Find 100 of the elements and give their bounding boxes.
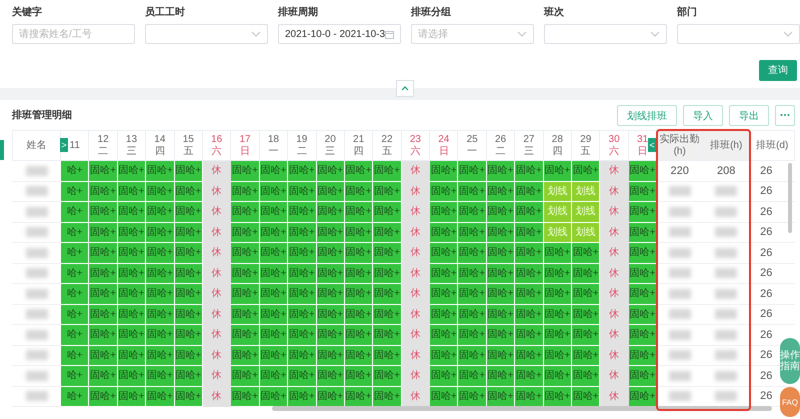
shift-cell[interactable]: 固哈+ (146, 304, 174, 324)
shift-cell[interactable]: 固哈+ (88, 242, 118, 263)
shift-cell[interactable]: 固哈+ (117, 386, 146, 406)
shift-cell[interactable]: 哈+ (60, 202, 89, 222)
shift-cell[interactable]: 固哈+ (514, 242, 544, 263)
shift-cell[interactable]: 固哈+ (344, 324, 373, 345)
shift-cell[interactable]: 固哈+ (458, 222, 486, 242)
shift-cell[interactable]: 休 (202, 160, 231, 181)
shift-cell[interactable]: 固哈+ (288, 160, 316, 181)
shift-cell[interactable]: 休 (401, 222, 430, 242)
shift-cell[interactable]: 固哈+ (230, 324, 260, 345)
shift-cell[interactable]: 休 (401, 263, 430, 284)
shift-cell[interactable]: 固哈+ (430, 202, 458, 222)
shift-cell[interactable]: 固哈+ (88, 160, 118, 181)
shift-cell[interactable]: 固哈+ (486, 345, 515, 366)
shift-cell[interactable]: 固哈+ (88, 181, 118, 202)
shift-cell[interactable]: 固哈+ (88, 324, 118, 345)
shift-cell[interactable]: 固哈+ (259, 324, 288, 345)
shift-cell[interactable]: 固哈+ (344, 242, 373, 263)
shift-cell[interactable]: 休 (202, 345, 231, 366)
shift-cell[interactable]: 休 (401, 242, 430, 263)
shift-cell[interactable]: 固哈+ (288, 242, 316, 263)
shift-cell[interactable]: 休 (202, 181, 231, 202)
shift-cell[interactable]: 固哈+ (146, 263, 174, 284)
shift-cell[interactable]: 固哈+ (146, 386, 174, 406)
shift-cell[interactable]: 固哈+ (458, 284, 486, 304)
select-field[interactable] (677, 24, 800, 44)
shift-cell[interactable]: 固哈+ (514, 366, 544, 386)
shift-cell[interactable]: 休 (202, 202, 231, 222)
shift-cell[interactable]: 固哈+ (230, 181, 260, 202)
shift-cell[interactable]: 固哈+ (316, 366, 344, 386)
shift-cell[interactable]: 固哈+ (486, 160, 515, 181)
shift-cell[interactable]: 固哈+ (146, 284, 174, 304)
shift-cell[interactable]: 固哈+ (174, 160, 202, 181)
shift-cell[interactable]: 固哈+ (146, 202, 174, 222)
shift-cell[interactable]: 固哈+ (514, 160, 544, 181)
shift-cell[interactable]: 固哈+ (458, 304, 486, 324)
shift-cell[interactable]: 固哈+ (117, 345, 146, 366)
select-field[interactable] (145, 24, 268, 44)
shift-cell[interactable]: 哈+ (60, 284, 89, 304)
shift-cell[interactable]: 固哈+ (486, 263, 515, 284)
shift-cell[interactable]: 休 (600, 304, 628, 324)
shift-cell[interactable]: 休 (401, 345, 430, 366)
shift-cell[interactable]: 休 (202, 304, 231, 324)
shift-cell[interactable]: 固哈+ (117, 284, 146, 304)
shift-cell[interactable]: 固哈+ (430, 324, 458, 345)
shift-cell[interactable]: 固哈+ (344, 202, 373, 222)
shift-cell[interactable]: 固哈+ (430, 263, 458, 284)
shift-cell[interactable]: 固哈+ (230, 263, 260, 284)
shift-cell[interactable]: 固哈+ (486, 324, 515, 345)
shift-cell[interactable]: 固哈+ (117, 160, 146, 181)
shift-cell[interactable]: 固哈+ (230, 304, 260, 324)
shift-cell[interactable]: 固哈+ (572, 345, 600, 366)
shift-cell[interactable]: 固哈+ (288, 263, 316, 284)
shift-cell[interactable]: 固哈+ (316, 284, 344, 304)
shift-cell[interactable]: 固哈+ (458, 345, 486, 366)
shift-cell[interactable]: 固哈+ (372, 160, 402, 181)
shift-cell[interactable]: 休 (600, 263, 628, 284)
shift-cell[interactable]: 固哈+ (146, 324, 174, 345)
shift-cell[interactable]: 固哈+ (174, 181, 202, 202)
shift-cell[interactable]: 休 (202, 284, 231, 304)
horizontal-scrollbar[interactable] (272, 406, 772, 411)
shift-cell[interactable]: 哈+ (60, 386, 89, 406)
shift-cell[interactable]: 固哈+ (458, 181, 486, 202)
shift-cell[interactable]: 固哈+ (259, 284, 288, 304)
shift-cell[interactable]: 固哈+ (174, 386, 202, 406)
shift-cell[interactable]: 固哈+ (316, 222, 344, 242)
shift-cell[interactable]: 固哈+ (572, 304, 600, 324)
shift-cell[interactable]: 固哈+ (344, 160, 373, 181)
shift-cell[interactable]: 固哈+ (543, 242, 572, 263)
shift-cell[interactable]: 固哈+ (372, 202, 402, 222)
shift-cell[interactable]: 固哈+ (486, 284, 515, 304)
shift-cell[interactable]: 休 (401, 324, 430, 345)
shift-cell[interactable]: 固哈+ (514, 263, 544, 284)
shift-cell[interactable]: 固哈+ (572, 324, 600, 345)
shift-cell[interactable]: 固哈+ (288, 202, 316, 222)
shift-cell[interactable]: 固哈+ (430, 284, 458, 304)
shift-cell[interactable]: 固哈+ (344, 263, 373, 284)
shift-cell[interactable]: 固哈+ (430, 222, 458, 242)
query-button[interactable]: 查询 (759, 60, 797, 81)
shift-cell[interactable]: 固哈+ (430, 242, 458, 263)
shift-cell[interactable]: 固哈+ (230, 242, 260, 263)
shift-cell[interactable]: 固哈+ (88, 263, 118, 284)
shift-cell[interactable]: 固哈+ (288, 181, 316, 202)
shift-cell[interactable]: 固哈+ (543, 263, 572, 284)
shift-cell[interactable]: 固哈+ (430, 304, 458, 324)
shift-cell[interactable]: 休 (600, 284, 628, 304)
shift-cell[interactable]: 休 (600, 345, 628, 366)
shift-cell[interactable]: 哈+ (60, 263, 89, 284)
shift-cell[interactable]: 固哈+ (344, 284, 373, 304)
shift-cell[interactable]: 休 (202, 366, 231, 386)
shift-cell[interactable]: 固哈+ (572, 160, 600, 181)
shift-cell[interactable]: 固哈+ (174, 324, 202, 345)
shift-cell[interactable]: 固哈+ (372, 324, 402, 345)
shift-cell[interactable]: 休 (600, 324, 628, 345)
shift-cell[interactable]: 固哈+ (88, 222, 118, 242)
shift-cell[interactable]: 固哈+ (372, 181, 402, 202)
shift-cell[interactable]: 固哈+ (259, 263, 288, 284)
shift-cell[interactable]: 固哈+ (543, 304, 572, 324)
shift-cell[interactable]: 固哈+ (288, 304, 316, 324)
